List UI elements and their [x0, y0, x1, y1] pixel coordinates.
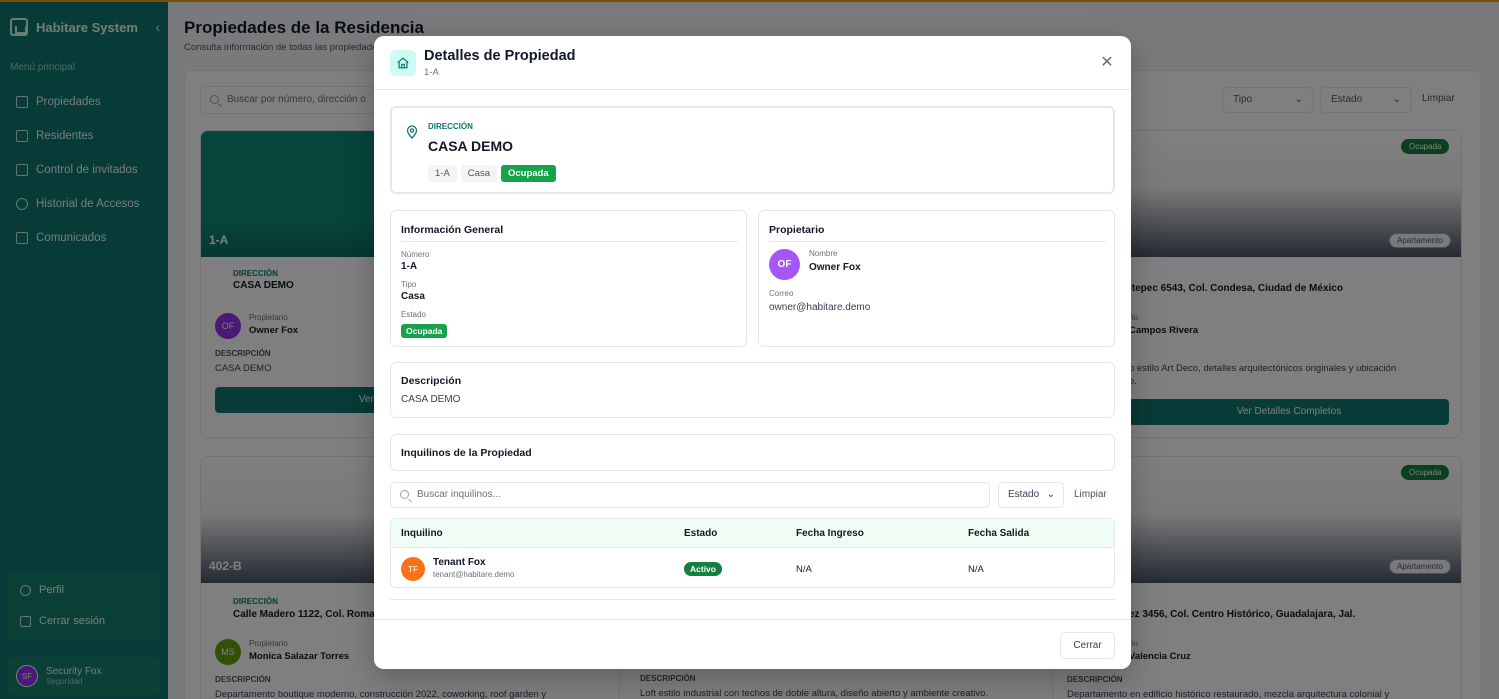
owner-email-label: Correo [769, 289, 794, 298]
owner-name-label: Nombre [809, 249, 838, 258]
divider [390, 599, 1115, 600]
owner-email: owner@habitare.demo [769, 302, 871, 313]
description-text: CASA DEMO [401, 394, 461, 405]
owner-name: Owner Fox [809, 262, 861, 273]
description-title: Descripción [401, 375, 462, 387]
avatar: TF [401, 557, 425, 581]
tenant-end-date: N/A [968, 564, 984, 575]
column-header: Inquilino [401, 528, 443, 539]
column-header: Estado [684, 528, 718, 539]
divider [401, 241, 738, 242]
address-value: CASA DEMO [428, 138, 514, 154]
status-badge: Ocupada [500, 165, 556, 182]
tenant-email: tenant@habitare.demo [433, 570, 515, 579]
description-card: Descripción CASA DEMO [390, 362, 1115, 418]
close-icon[interactable]: ✕ [1098, 54, 1116, 72]
tenants-table: Inquilino Estado Fecha Ingreso Fecha Sal… [390, 518, 1115, 588]
status-badge: Ocupada [401, 324, 448, 338]
table-header: Inquilino Estado Fecha Ingreso Fecha Sal… [391, 519, 1114, 548]
modal-subtitle: 1-A [424, 67, 439, 78]
clear-tenant-filters-button[interactable]: Limpiar [1074, 489, 1107, 500]
avatar: OF [769, 249, 800, 280]
address-label: DIRECCIÓN [428, 122, 473, 131]
address-card: DIRECCIÓN CASA DEMO 1-A Casa Ocupada [390, 106, 1115, 194]
type-tag: Casa [460, 165, 497, 182]
map-pin-icon [406, 125, 418, 139]
close-button[interactable]: Cerrar [1060, 632, 1115, 659]
property-details-modal: Detalles de Propiedad 1-A ✕ DIRECCIÓN CA… [374, 36, 1131, 669]
search-placeholder: Buscar inquilinos... [417, 489, 501, 500]
general-info-card: Información General Número 1-A Tipo Casa… [390, 210, 747, 347]
tenants-header: Inquilinos de la Propiedad [390, 434, 1115, 471]
state-label: Estado [401, 310, 426, 319]
owner-title: Propietario [769, 224, 825, 236]
tenant-search-input[interactable]: Buscar inquilinos... [390, 482, 990, 508]
divider [769, 241, 1106, 242]
tenants-title: Inquilinos de la Propiedad [401, 447, 532, 459]
status-badge: Activo [684, 562, 722, 576]
column-header: Fecha Salida [968, 528, 1030, 539]
modal-title: Detalles de Propiedad [424, 48, 576, 64]
modal-footer: Cerrar [374, 619, 1131, 669]
tenant-state-filter[interactable]: Estado ⌄ [998, 482, 1064, 508]
chevron-down-icon: ⌄ [1046, 489, 1055, 500]
modal-header: Detalles de Propiedad 1-A ✕ [374, 36, 1131, 90]
number-label: Número [401, 250, 430, 259]
home-icon [390, 50, 416, 76]
owner-card: Propietario OF Nombre Owner Fox Correo o… [758, 210, 1115, 347]
search-icon [400, 490, 409, 499]
number-tag: 1-A [428, 165, 457, 182]
tenant-start-date: N/A [796, 564, 812, 575]
number-value: 1-A [401, 261, 418, 272]
tenant-name: Tenant Fox [433, 557, 486, 568]
column-header: Fecha Ingreso [796, 528, 864, 539]
type-label: Tipo [401, 280, 417, 289]
tag-list: 1-A Casa Ocupada [428, 163, 560, 182]
state-filter-label: Estado [1008, 489, 1040, 500]
general-info-title: Información General [401, 224, 504, 236]
type-value: Casa [401, 291, 425, 302]
